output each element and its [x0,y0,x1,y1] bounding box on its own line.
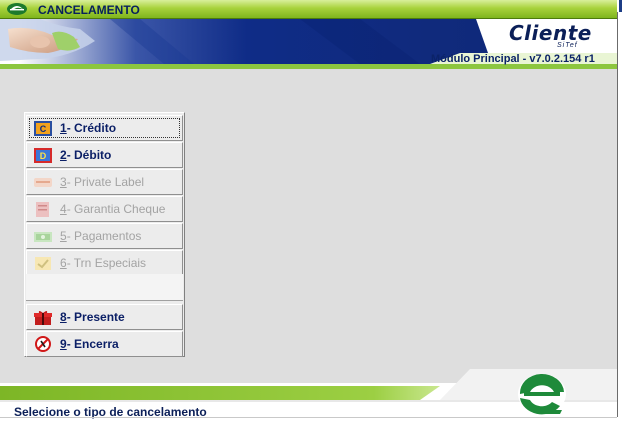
payments-icon [34,228,52,244]
special-transactions-button[interactable]: 6 - Trn Especiais [26,250,183,276]
window-edge-line [617,12,618,417]
brand-logo: Cliente [509,21,592,45]
credit-number: 1 [60,121,67,135]
gift-button[interactable]: 8 - Presente [26,304,183,330]
check-guarantee-number: 4 [60,202,67,216]
svg-text:C: C [40,124,47,134]
debit-number: 2 [60,148,67,162]
gift-label: - Presente [66,310,125,324]
private-label-label: - Private Label [66,175,145,189]
brand-emblem-icon [518,373,566,415]
svg-text:D: D [40,151,47,161]
app-logo-icon [7,3,27,15]
window-title: CANCELAMENTO [38,3,140,17]
special-transactions-number: 6 [60,256,67,270]
gift-number: 8 [60,310,67,324]
menu-separator [26,274,183,301]
payments-label: - Pagamentos [66,229,142,243]
private-label-number: 3 [60,175,67,189]
window-edge-mark [619,0,622,12]
exit-icon [34,336,52,352]
exit-label: - Encerra [66,337,119,351]
credit-label: - Crédito [66,121,117,135]
credit-card-icon: C [34,120,52,136]
check-guarantee-label: - Garantia Cheque [66,202,166,216]
exit-button[interactable]: 9 - Encerra [26,331,183,357]
credit-button[interactable]: C 1 - Crédito [26,115,183,141]
payments-button[interactable]: 5 - Pagamentos [26,223,183,249]
debit-button[interactable]: D 2 - Débito [26,142,183,168]
debit-label: - Débito [66,148,112,162]
gift-icon [34,309,52,325]
exit-number: 9 [60,337,67,351]
special-transactions-icon [34,255,52,271]
payments-number: 5 [60,229,67,243]
check-guarantee-button[interactable]: 4 - Garantia Cheque [26,196,183,222]
debit-card-icon: D [34,147,52,163]
version-label: Módulo Principal - v7.0.2.154 r1 [431,53,595,65]
private-label-button[interactable]: 3 - Private Label [26,169,183,195]
special-transactions-label: - Trn Especiais [66,256,147,270]
footer-stripe [0,386,440,400]
private-label-icon [34,174,52,190]
brand-sublogo: SiTef [557,42,578,49]
check-guarantee-icon [34,201,52,217]
footer-border [0,417,617,418]
